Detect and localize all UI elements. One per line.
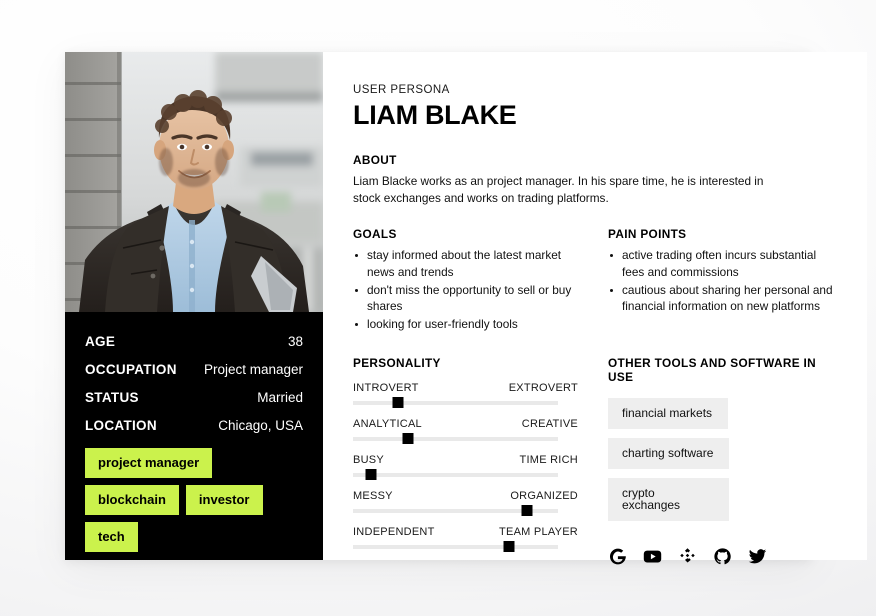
slider-analytical-creative: ANALYTICAL CREATIVE <box>353 418 578 444</box>
pain-points-column: PAIN POINTS active trading often incurs … <box>608 227 833 334</box>
fact-row: AGE 38 <box>85 328 303 356</box>
fact-label: LOCATION <box>85 418 157 433</box>
slider-left-label: INDEPENDENT <box>353 525 435 538</box>
tag-chip[interactable]: blockchain <box>85 485 179 515</box>
tools-title: OTHER TOOLS AND SOFTWARE IN USE <box>608 355 817 384</box>
youtube-icon[interactable] <box>643 547 662 566</box>
personality-tools-row: PERSONALITY INTROVERT EXTROVERT ANALYTIC… <box>353 356 833 566</box>
slider-left-label: BUSY <box>353 453 384 466</box>
facts-list: AGE 38 OCCUPATION Project manager STATUS… <box>65 312 323 448</box>
fact-row: OCCUPATION Project manager <box>85 356 303 384</box>
slider-right-label: TIME RICH <box>519 453 578 466</box>
twitter-icon[interactable] <box>748 547 767 566</box>
tool-chip[interactable]: charting software <box>608 437 729 469</box>
fact-value: Married <box>257 390 303 405</box>
slider-independent-team-player: INDEPENDENT TEAM PLAYER <box>353 526 578 552</box>
slider-busy-time-rich: BUSY TIME RICH <box>353 454 578 480</box>
slider-handle[interactable] <box>365 468 377 480</box>
tools-column: OTHER TOOLS AND SOFTWARE IN USE financia… <box>608 356 833 566</box>
persona-eyebrow: USER PERSONA <box>353 84 450 96</box>
tool-chip[interactable]: crypto exchanges <box>608 477 729 521</box>
slider-track[interactable] <box>353 396 558 408</box>
slider-handle[interactable] <box>503 540 515 552</box>
slider-introvert-extrovert: INTROVERT EXTROVERT <box>353 382 578 408</box>
tools-chip-list: financial markets charting software cryp… <box>608 397 833 521</box>
fact-label: STATUS <box>85 390 139 405</box>
personality-sliders: INTROVERT EXTROVERT ANALYTICAL CREATIVE <box>353 382 578 552</box>
fact-label: OCCUPATION <box>85 362 177 377</box>
slider-right-label: EXTROVERT <box>508 381 578 394</box>
fact-row: STATUS Married <box>85 384 303 412</box>
list-item: active trading often incurs substantial … <box>608 247 833 281</box>
slider-handle[interactable] <box>521 504 533 516</box>
tag-list: project manager blockchain investor tech <box>65 448 323 574</box>
slider-left-label: ANALYTICAL <box>353 417 422 430</box>
page-title: LIAM BLAKE <box>353 100 517 130</box>
slider-handle[interactable] <box>392 396 404 408</box>
tool-chip[interactable]: financial markets <box>608 397 728 429</box>
slider-right-label: TEAM PLAYER <box>499 525 578 538</box>
slider-labels: MESSY ORGANIZED <box>353 490 578 502</box>
list-item: stay informed about the latest market ne… <box>353 247 578 281</box>
github-icon[interactable] <box>713 547 732 566</box>
goals-pain-row: GOALS stay informed about the latest mar… <box>353 227 833 334</box>
tag-chip[interactable]: project manager <box>85 448 213 478</box>
binance-icon[interactable] <box>678 547 697 566</box>
slider-track[interactable] <box>353 540 558 552</box>
slider-left-label: MESSY <box>353 489 393 502</box>
tag-chip[interactable]: tech <box>85 522 138 552</box>
personality-column: PERSONALITY INTROVERT EXTROVERT ANALYTIC… <box>353 356 578 566</box>
slider-handle[interactable] <box>402 432 414 444</box>
slider-right-label: CREATIVE <box>521 417 578 430</box>
about-text: Liam Blacke works as an project manager.… <box>353 173 764 205</box>
list-item: looking for user-friendly tools <box>353 316 578 333</box>
goals-column: GOALS stay informed about the latest mar… <box>353 227 578 334</box>
slider-labels: BUSY TIME RICH <box>353 454 578 466</box>
left-panel: AGE 38 OCCUPATION Project manager STATUS… <box>65 52 323 560</box>
persona-photo <box>65 52 323 312</box>
fact-row: LOCATION Chicago, USA <box>85 412 303 440</box>
fact-value: 38 <box>287 334 303 349</box>
slider-track[interactable] <box>353 432 558 444</box>
slider-labels: INDEPENDENT TEAM PLAYER <box>353 526 578 538</box>
slider-track[interactable] <box>353 504 558 516</box>
social-icon-row <box>608 547 833 566</box>
persona-card: AGE 38 OCCUPATION Project manager STATUS… <box>65 52 867 565</box>
slider-right-label: ORGANIZED <box>510 489 578 502</box>
fact-label: AGE <box>85 334 116 349</box>
pain-points-list: active trading often incurs substantial … <box>608 247 833 315</box>
personality-title: PERSONALITY <box>353 355 441 370</box>
slider-left-label: INTROVERT <box>353 381 419 394</box>
slider-labels: INTROVERT EXTROVERT <box>353 382 578 394</box>
pain-points-title: PAIN POINTS <box>608 227 687 242</box>
goals-title: GOALS <box>353 227 397 242</box>
goals-list: stay informed about the latest market ne… <box>353 247 578 333</box>
tag-chip[interactable]: investor <box>185 485 263 515</box>
slider-messy-organized: MESSY ORGANIZED <box>353 490 578 516</box>
slider-labels: ANALYTICAL CREATIVE <box>353 418 578 430</box>
fact-value: Project manager <box>203 362 303 377</box>
fact-value: Chicago, USA <box>218 418 303 433</box>
about-title: ABOUT <box>353 152 397 167</box>
google-icon[interactable] <box>608 547 627 566</box>
right-panel: USER PERSONA LIAM BLAKE ABOUT Liam Black… <box>323 52 867 565</box>
slider-track[interactable] <box>353 468 558 480</box>
list-item: don't miss the opportunity to sell or bu… <box>353 282 578 316</box>
list-item: cautious about sharing her personal and … <box>608 282 833 316</box>
